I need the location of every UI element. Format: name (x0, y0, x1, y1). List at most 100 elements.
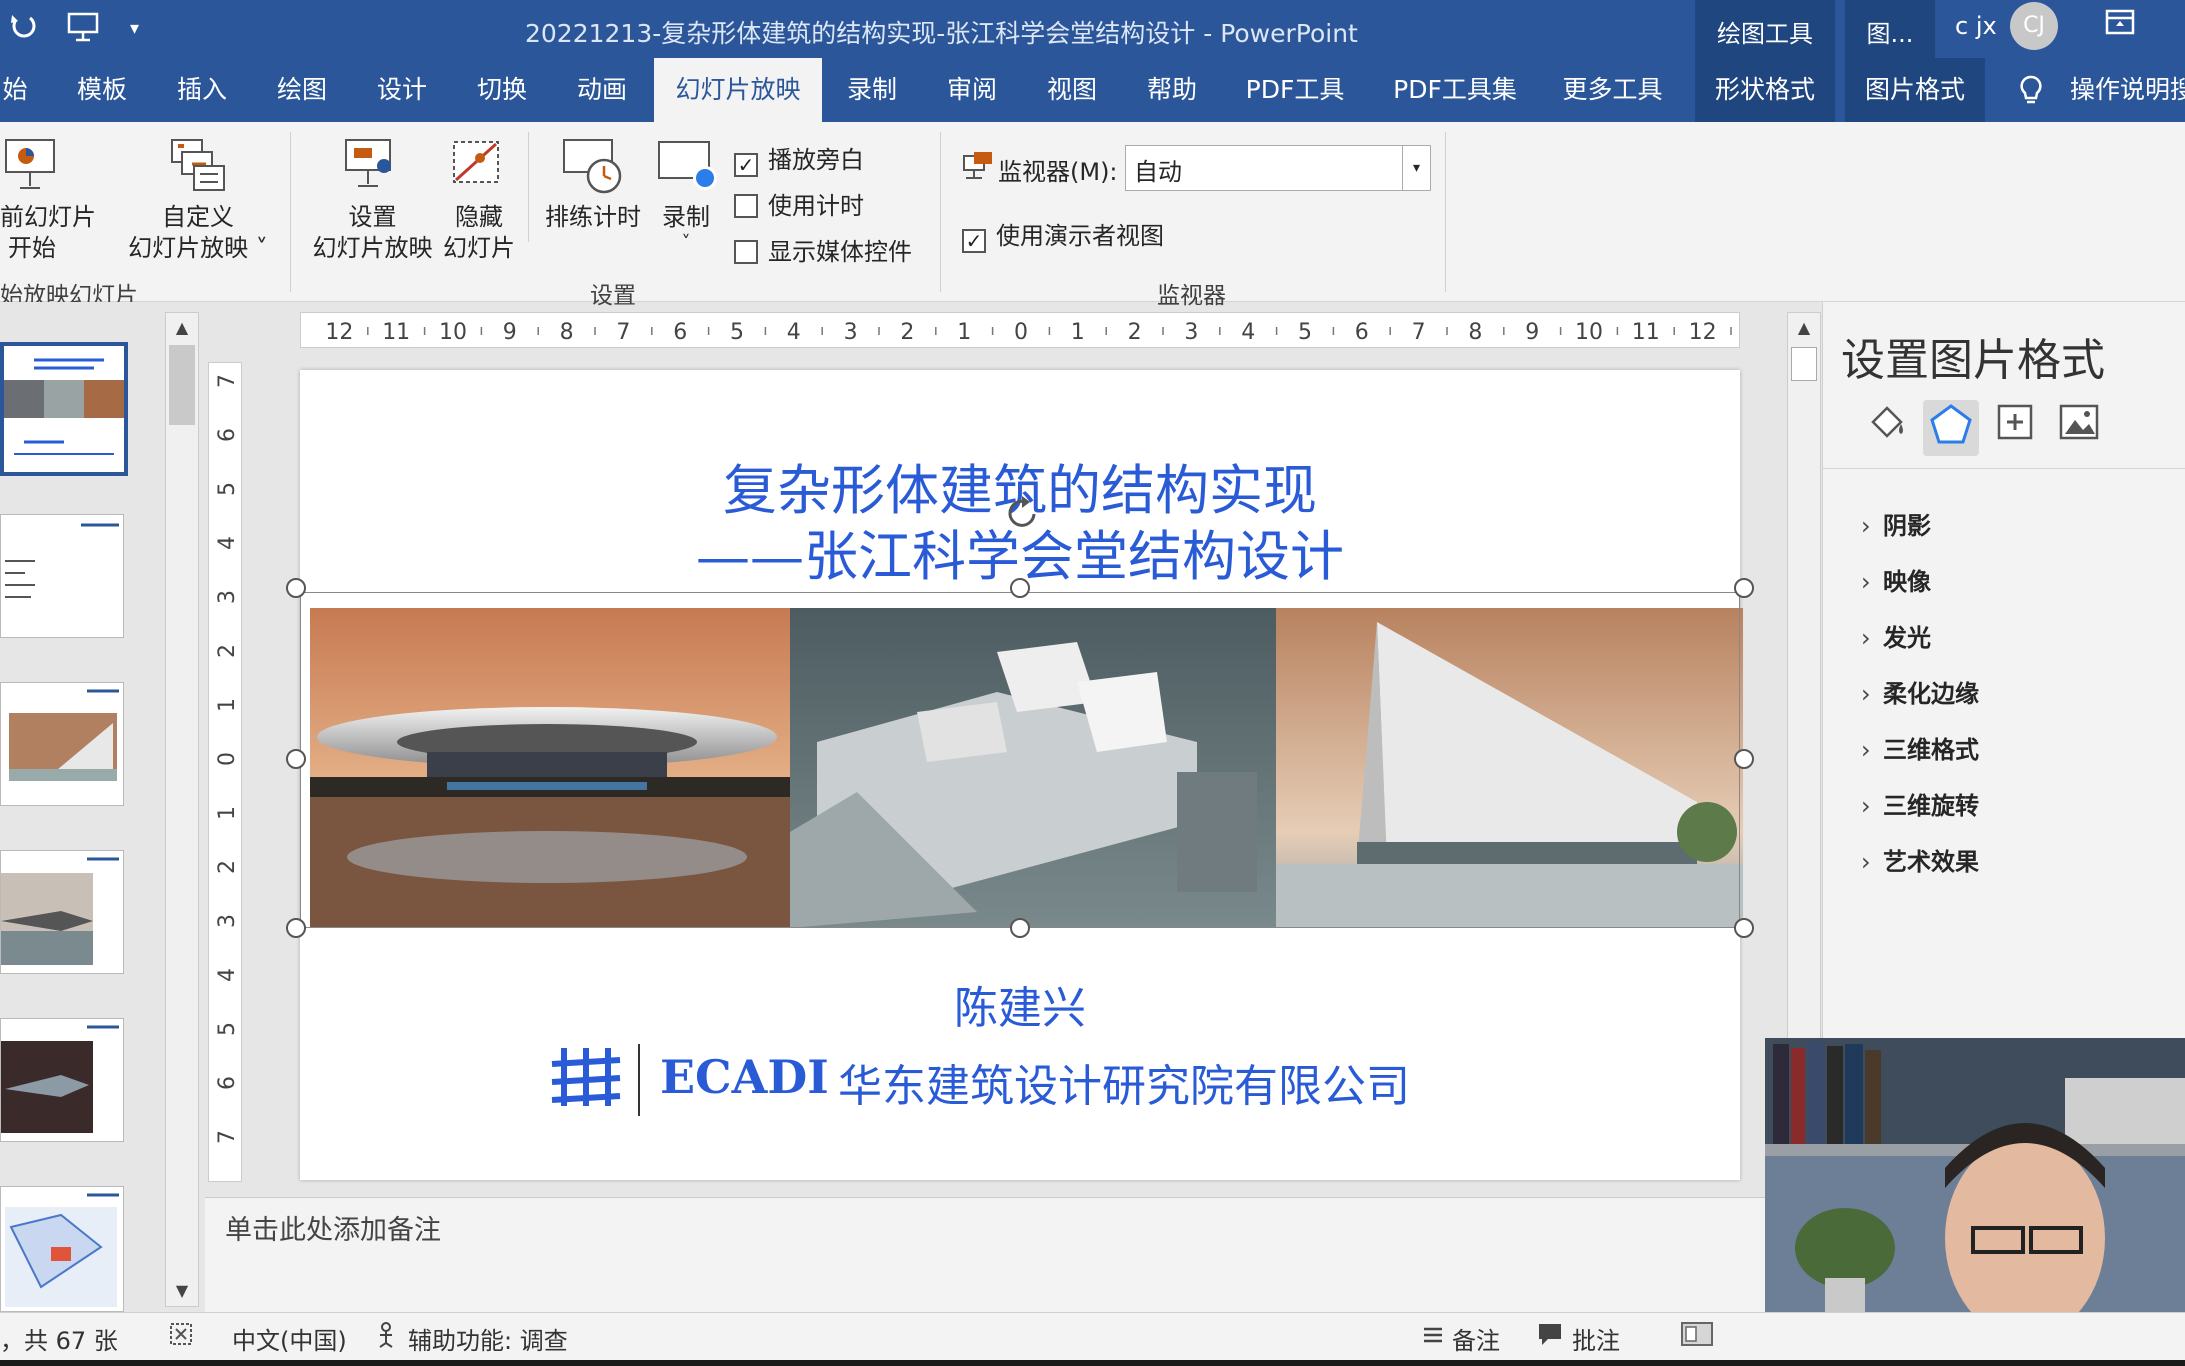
slide-thumbnail-3[interactable] (0, 682, 124, 806)
comments-toggle[interactable]: 批注 (1572, 1321, 1620, 1356)
ruler-tick-label: 6 (215, 1076, 240, 1090)
resize-handle-right[interactable] (1734, 749, 1754, 769)
tab-help[interactable]: 帮助 (1140, 58, 1204, 122)
tab-view[interactable]: 视图 (1040, 58, 1104, 122)
custom-slideshow-icon (168, 136, 232, 198)
logo-divider (638, 1044, 640, 1116)
resize-handle-top-right[interactable] (1734, 578, 1754, 598)
use-presenter-view-checkbox[interactable]: ✓ 使用演示者视图 (962, 216, 1164, 253)
setup-slideshow-button[interactable]: 设置 幻灯片放映 (305, 202, 440, 264)
slide-thumbnail-4[interactable] (0, 850, 124, 974)
scrollbar-thumb[interactable] (1791, 347, 1817, 381)
tab-shape-format[interactable]: 形状格式 (1695, 58, 1835, 122)
start-slideshow-icon[interactable] (66, 10, 100, 50)
picture-tab[interactable] (2051, 400, 2107, 456)
tab-pdf-tools[interactable]: PDF工具 (1240, 58, 1350, 122)
document-title: 20221213-复杂形体建筑的结构实现-张江科学会堂结构设计 - PowerP… (525, 19, 1358, 48)
ruler-tick-label: 3 (215, 590, 240, 604)
use-timings-checkbox[interactable]: 使用计时 (734, 186, 864, 221)
resize-handle-bottom-left[interactable] (286, 918, 306, 938)
spellcheck-icon[interactable] (168, 1321, 194, 1353)
rotate-handle-icon[interactable] (1000, 492, 1044, 540)
tab-review[interactable]: 审阅 (940, 58, 1004, 122)
ruler-tick-label: 3 (215, 914, 240, 928)
monitor-icon (962, 150, 994, 186)
chevron-right-icon: › (1861, 568, 1871, 596)
play-narrations-checkbox[interactable]: ✓ 播放旁白 (734, 140, 864, 177)
record-button[interactable]: 录制 ˅ (648, 202, 724, 253)
user-name[interactable]: c jx (1955, 12, 1997, 40)
checkbox-checked[interactable]: ✓ (734, 153, 758, 177)
size-properties-tab[interactable] (1987, 400, 2043, 456)
effects-tab[interactable] (1923, 400, 1979, 456)
comments-icon[interactable] (1536, 1321, 1564, 1353)
fill-line-tab[interactable] (1859, 400, 1915, 456)
section-soft-edges[interactable]: › 柔化边缘 (1861, 674, 1979, 709)
ruler-tick-label: 5 (215, 1022, 240, 1036)
monitor-select[interactable]: 自动 ▾ (1125, 145, 1431, 191)
section-artistic-effects[interactable]: › 艺术效果 (1861, 842, 1979, 877)
resize-handle-top-left[interactable] (286, 578, 306, 598)
accessibility-status[interactable]: 辅助功能: 调查 (408, 1321, 568, 1356)
customize-quick-access-icon[interactable]: ▾ (130, 18, 139, 39)
section-reflection[interactable]: › 映像 (1861, 562, 1931, 597)
tab-transitions[interactable]: 切换 (470, 58, 534, 122)
thumbnail-scrollbar[interactable]: ▲ ▼ (165, 312, 199, 1307)
tab-animations[interactable]: 动画 (570, 58, 634, 122)
ribbon-display-options-icon[interactable] (2105, 8, 2135, 43)
tab-design[interactable]: 设计 (370, 58, 434, 122)
tell-me-search[interactable]: 操作说明搜 (2070, 58, 2185, 122)
chevron-right-icon: › (1861, 736, 1871, 764)
notes-toggle-icon[interactable] (1420, 1321, 1446, 1353)
tab-more-tools[interactable]: 更多工具 (1555, 58, 1670, 122)
notes-placeholder[interactable]: 单击此处添加备注 (225, 1208, 441, 1247)
tab-record[interactable]: 录制 (840, 58, 904, 122)
tab-insert[interactable]: 插入 (170, 58, 234, 122)
tab-picture-format[interactable]: 图片格式 (1845, 58, 1985, 122)
checkbox-unchecked[interactable] (734, 240, 758, 264)
avatar[interactable]: CJ (2010, 2, 2058, 50)
author-name[interactable]: 陈建兴 (300, 972, 1740, 1036)
normal-view-icon[interactable] (1680, 1321, 1714, 1353)
checkbox-checked[interactable]: ✓ (962, 229, 986, 253)
tab-slideshow[interactable]: 幻灯片放映 (654, 58, 822, 122)
chevron-right-icon: › (1861, 680, 1871, 708)
tab-draw[interactable]: 绘图 (270, 58, 334, 122)
scroll-up-icon[interactable]: ▲ (166, 313, 198, 343)
custom-slideshow-button[interactable]: 自定义 幻灯片放映 ˅ (118, 202, 278, 264)
from-current-slide-button[interactable]: 前幻灯片 开始 (0, 202, 110, 264)
tab-templates[interactable]: 模板 (70, 58, 134, 122)
slide-thumbnail-2[interactable] (0, 514, 124, 638)
language-indicator[interactable]: 中文(中国) (232, 1321, 347, 1356)
scroll-up-icon[interactable]: ▲ (1788, 313, 1820, 343)
notes-toggle[interactable]: 备注 (1452, 1321, 1500, 1356)
ecadi-logo-icon (548, 1042, 624, 1116)
resize-handle-left[interactable] (286, 749, 306, 769)
picture-selected[interactable] (297, 592, 1743, 928)
notes-pane[interactable]: 单击此处添加备注 (205, 1197, 1765, 1312)
resize-handle-bottom-right[interactable] (1734, 918, 1754, 938)
slide-thumbnail-6[interactable] (0, 1186, 124, 1312)
lightbulb-icon[interactable] (2018, 74, 2044, 110)
slide-thumbnail-5[interactable] (0, 1018, 124, 1142)
checkbox-unchecked[interactable] (734, 194, 758, 218)
scrollbar-thumb[interactable] (169, 345, 195, 425)
section-3d-format[interactable]: › 三维格式 (1861, 730, 1979, 765)
accessibility-icon[interactable] (376, 1321, 402, 1355)
ruler-tick-label: 2 (215, 644, 240, 658)
resize-handle-top[interactable] (1010, 578, 1030, 598)
scroll-down-icon[interactable]: ▼ (166, 1276, 198, 1306)
tab-pdf-toolset[interactable]: PDF工具集 (1385, 58, 1525, 122)
section-shadow[interactable]: › 阴影 (1861, 506, 1931, 541)
section-3d-rotation[interactable]: › 三维旋转 (1861, 786, 1979, 821)
tab-home[interactable]: 始 (0, 58, 30, 122)
resize-handle-bottom[interactable] (1010, 918, 1030, 938)
hide-slide-button[interactable]: 隐藏 幻灯片 (440, 202, 518, 264)
slide-canvas[interactable]: 复杂形体建筑的结构实现 ——张江科学会堂结构设计 陈建兴 ECADI 华东建筑设… (286, 370, 1754, 1180)
rehearse-timings-button[interactable]: 排练计时 (538, 202, 648, 233)
undo-icon[interactable] (8, 10, 38, 48)
slide-thumbnail-1[interactable] (0, 342, 128, 476)
dropdown-arrow-icon[interactable]: ▾ (1402, 146, 1430, 190)
show-media-controls-checkbox[interactable]: 显示媒体控件 (734, 232, 912, 267)
section-glow[interactable]: › 发光 (1861, 618, 1931, 653)
